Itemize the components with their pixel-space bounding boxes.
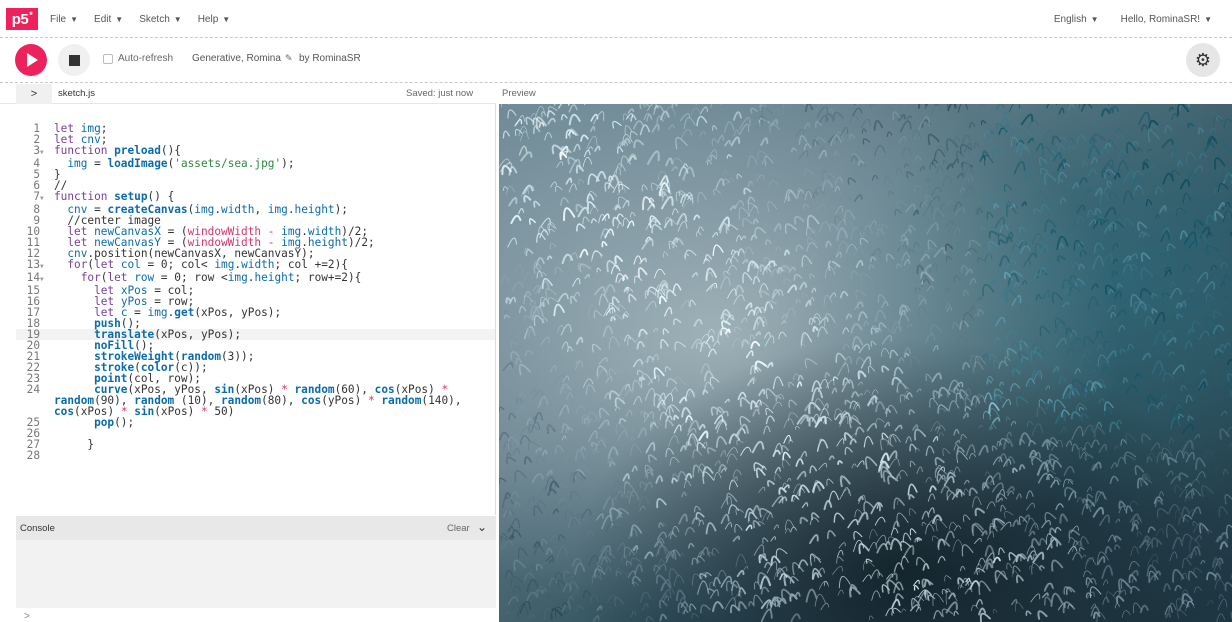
- chevron-down-icon: ▼: [115, 14, 124, 24]
- sidebar-toggle-button[interactable]: >: [16, 84, 52, 104]
- fold-arrow-icon[interactable]: ▼: [40, 145, 54, 158]
- code-text[interactable]: }: [54, 169, 495, 180]
- fold-arrow-icon[interactable]: ▼: [40, 272, 54, 285]
- menu-help[interactable]: Help ▼: [198, 14, 231, 25]
- pencil-icon[interactable]: ✎: [285, 53, 293, 64]
- play-icon: [27, 53, 38, 67]
- user-menu[interactable]: Hello, RominaSR! ▼: [1121, 14, 1212, 25]
- main-menu: File ▼ Edit ▼ Sketch ▼ Help ▼: [50, 0, 230, 38]
- code-text[interactable]: }: [54, 439, 495, 450]
- saved-status: Saved: just now: [406, 88, 474, 99]
- code-lines[interactable]: 1 let img; 2 let cnv; 3 ▼ function preload(){4…: [16, 123, 495, 462]
- console-title: Console: [20, 523, 55, 534]
- language-label: English: [1053, 13, 1087, 25]
- code-text[interactable]: img = loadImage('assets/sea.jpg');: [54, 158, 495, 169]
- code-line[interactable]: 25 pop();: [16, 417, 495, 428]
- fold-arrow-icon[interactable]: ▼: [40, 191, 54, 204]
- p5-logo[interactable]: p5 *: [6, 8, 38, 30]
- chevron-down-icon: ▼: [1090, 14, 1099, 24]
- line-number: 24: [26, 383, 40, 396]
- gear-icon: ⚙: [1194, 49, 1212, 70]
- code-editor[interactable]: 1 let img; 2 let cnv; 3 ▼ function preload(){4…: [16, 104, 496, 515]
- auto-refresh-toggle[interactable]: Auto-refresh: [103, 53, 173, 64]
- fold-arrow-icon[interactable]: ▼: [40, 259, 54, 272]
- chevron-down-icon: ▼: [1204, 14, 1212, 24]
- sketch-owner: by RominaSR: [299, 53, 361, 64]
- generative-artwork: [499, 104, 1232, 622]
- line-number: 28: [26, 449, 40, 462]
- sketch-name[interactable]: Generative, Romina ✎: [192, 53, 292, 64]
- console-clear-button[interactable]: Clear: [447, 523, 470, 534]
- sketch-preview[interactable]: [499, 104, 1232, 622]
- auto-refresh-label: Auto-refresh: [118, 53, 174, 64]
- chevron-down-icon: ▼: [222, 14, 231, 24]
- chevron-right-icon: >: [30, 88, 38, 100]
- code-text[interactable]: [54, 428, 495, 439]
- code-line[interactable]: 4 img = loadImage('assets/sea.jpg');: [16, 158, 495, 169]
- play-button[interactable]: [15, 44, 47, 76]
- menu-file-label: File: [50, 13, 67, 25]
- chevron-down-icon: ▼: [70, 14, 79, 24]
- menu-help-label: Help: [197, 13, 219, 25]
- code-line[interactable]: 28: [16, 449, 495, 462]
- language-select[interactable]: English ▼: [1054, 14, 1099, 25]
- auto-refresh-checkbox[interactable]: [103, 53, 113, 64]
- toolbar: Auto-refresh Generative, Romina ✎ by Rom…: [0, 39, 1232, 83]
- code-text[interactable]: [54, 450, 495, 461]
- chevron-down-icon[interactable]: ⌄: [477, 520, 487, 534]
- menu-file[interactable]: File ▼: [50, 14, 78, 25]
- code-line[interactable]: 27 }: [16, 439, 495, 450]
- console-header: Console Clear ⌄: [16, 516, 496, 540]
- code-line[interactable]: 5}: [16, 169, 495, 180]
- file-tab-name[interactable]: sketch.js: [58, 88, 95, 99]
- preview-label: Preview: [502, 88, 536, 99]
- settings-button[interactable]: ⚙: [1186, 43, 1220, 77]
- menu-sketch-label: Sketch: [139, 13, 170, 25]
- menu-edit[interactable]: Edit ▼: [94, 14, 123, 25]
- user-greeting: Hello, RominaSR!: [1120, 13, 1201, 25]
- stop-button[interactable]: [58, 44, 90, 76]
- code-text[interactable]: let img;: [54, 123, 495, 134]
- console-prompt[interactable]: >: [24, 611, 30, 622]
- code-text[interactable]: pop();: [54, 417, 495, 428]
- top-nav: p5 * File ▼ Edit ▼ Sketch ▼ Help ▼ English ▼ H…: [0, 0, 1232, 38]
- menu-sketch[interactable]: Sketch ▼: [139, 14, 182, 25]
- menu-edit-label: Edit: [94, 13, 112, 25]
- stop-icon: [68, 54, 80, 66]
- sketch-name-label: Generative, Romina: [192, 53, 281, 64]
- account-menu: English ▼ Hello, RominaSR! ▼: [1054, 0, 1212, 38]
- editor-header: > sketch.js Saved: just now: [0, 84, 496, 104]
- chevron-down-icon: ▼: [173, 14, 182, 24]
- console-output: [16, 540, 496, 608]
